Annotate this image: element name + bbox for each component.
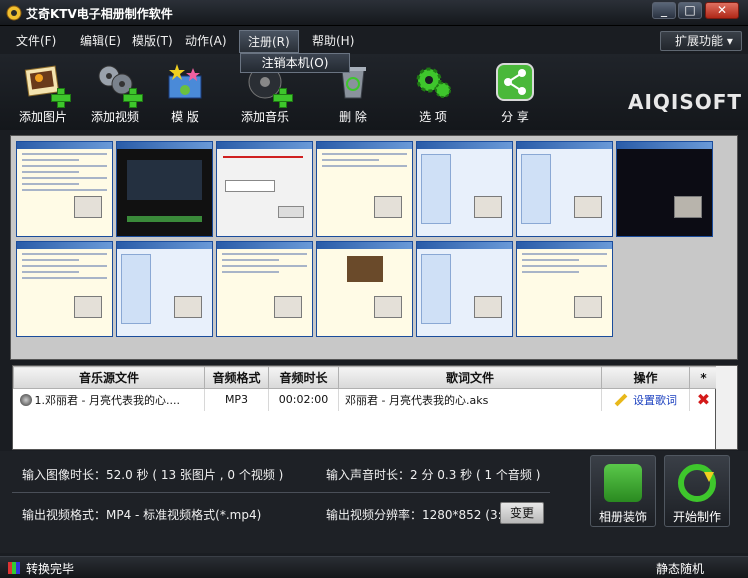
thumbnail[interactable] (516, 141, 613, 237)
thumbnail[interactable] (116, 141, 213, 237)
output-resolution-text: 输出视频分辨率：1280*852 (3:2) (326, 508, 514, 522)
menu-bar: 文件(F) 编辑(E) 模版(T) 动作(A) 注册(R) 帮助(H) (0, 26, 748, 54)
menu-register[interactable]: 注册(R) (239, 30, 299, 53)
thumbnail[interactable] (16, 241, 113, 337)
status-text: 转换完毕 (26, 562, 75, 576)
album-decorate-label: 相册装饰 (598, 510, 647, 524)
template-label: 模 版 (171, 110, 199, 124)
thumbnail[interactable] (316, 241, 413, 337)
album-decorate-button[interactable]: 相册装饰 (590, 455, 656, 527)
table-row[interactable]: 1.邓丽君 - 月亮代表我的心.... MP3 00:02:00 邓丽君 - 月… (13, 388, 718, 411)
start-arrow-icon (678, 464, 716, 502)
output-format-text: 输出视频格式：MP4 - 标准视频格式(*.mp4) (22, 508, 262, 522)
add-video-button[interactable]: 添加视频 (80, 62, 150, 128)
extension-button[interactable]: 扩展功能 ▾ (660, 31, 742, 51)
random-mode-button[interactable]: 静态随机 (656, 560, 704, 577)
column-header-duration[interactable]: 音频时长 (268, 366, 339, 389)
status-bar: 转换完毕 静态随机 (0, 556, 748, 578)
window-title: 艾奇KTV电子相册制作软件 (26, 7, 173, 21)
thumbnail[interactable] (616, 141, 713, 237)
thumbnail[interactable] (416, 141, 513, 237)
image-icon (23, 62, 71, 108)
thumbnail[interactable] (216, 241, 313, 337)
music-source-cell: 1.邓丽君 - 月亮代表我的心.... (13, 388, 205, 411)
music-format-cell: MP3 (204, 388, 269, 411)
menu-template[interactable]: 模版(T) (132, 32, 173, 49)
options-label: 选 项 (419, 110, 447, 124)
share-button[interactable]: 分 享 (480, 62, 550, 128)
photo-thumbnail-grid (10, 135, 738, 360)
thumbnail[interactable] (316, 141, 413, 237)
close-button[interactable]: ✕ (705, 2, 739, 19)
thumbnail[interactable] (216, 141, 313, 237)
template-button[interactable]: 模 版 (150, 62, 220, 128)
menu-edit[interactable]: 编辑(E) (80, 32, 121, 49)
column-header-star[interactable]: * (689, 366, 718, 389)
delete-label: 删 除 (339, 110, 367, 124)
start-making-button[interactable]: 开始制作 (664, 455, 730, 527)
column-header-source[interactable]: 音乐源文件 (13, 366, 205, 389)
title-bar: 艾奇KTV电子相册制作软件 _ □ ✕ (0, 0, 748, 26)
share-label: 分 享 (501, 110, 529, 124)
pencil-icon (614, 393, 628, 407)
menu-action[interactable]: 动作(A) (185, 32, 227, 49)
add-video-label: 添加视频 (90, 110, 139, 124)
add-image-label: 添加图片 (18, 110, 67, 124)
brand-logo: AIQISOFT (628, 90, 743, 114)
add-music-label: 添加音乐 (240, 110, 289, 124)
menu-help[interactable]: 帮助(H) (312, 32, 354, 49)
audio-duration-text: 输入声音时长：2 分 0.3 秒 ( 1 个音频 ) (326, 468, 541, 482)
frame-icon (604, 464, 642, 502)
options-button[interactable]: 选 项 (398, 62, 468, 128)
thumbnail[interactable] (116, 241, 213, 337)
image-duration-text: 输入图像时长：52.0 秒 ( 13 张图片 , 0 个视频 ) (22, 468, 284, 482)
column-header-format[interactable]: 音频格式 (204, 366, 269, 389)
start-making-label: 开始制作 (672, 510, 721, 524)
delete-x-icon: ✖ (696, 390, 711, 410)
change-settings-button[interactable]: 变更 (500, 502, 544, 524)
delete-row-button[interactable]: ✖ (689, 388, 718, 411)
column-header-action[interactable]: 操作 (601, 366, 690, 389)
music-duration-cell: 00:02:00 (268, 388, 339, 411)
maximize-button[interactable]: □ (678, 2, 702, 19)
divider (12, 492, 550, 493)
app-logo-icon (6, 5, 22, 21)
audio-disc-icon (19, 393, 32, 406)
thumbnail[interactable] (516, 241, 613, 337)
minimize-button[interactable]: _ (652, 2, 676, 19)
column-header-lyrics[interactable]: 歌词文件 (338, 366, 602, 389)
table-scrollbar[interactable] (716, 365, 738, 450)
thumbnail[interactable] (416, 241, 513, 337)
gear-icon (413, 62, 453, 102)
status-icon (8, 562, 20, 574)
template-stars-icon (165, 62, 205, 102)
film-reel-icon (95, 62, 143, 108)
add-image-button[interactable]: 添加图片 (8, 62, 78, 128)
music-table: 音乐源文件 音频格式 音频时长 歌词文件 操作 * 1.邓丽君 - 月亮代表我的… (12, 365, 718, 450)
menu-file[interactable]: 文件(F) (16, 32, 56, 49)
set-lyrics-label: 设置歌词 (633, 393, 677, 407)
share-icon (495, 62, 535, 102)
thumbnail[interactable] (16, 141, 113, 237)
logout-menu-item[interactable]: 注销本机(O) (240, 53, 350, 73)
music-source-name: 1.邓丽君 - 月亮代表我的心.... (34, 393, 180, 407)
lyrics-file-cell: 邓丽君 - 月亮代表我的心.aks (338, 388, 602, 411)
set-lyrics-link[interactable]: 设置歌词 (601, 388, 690, 411)
